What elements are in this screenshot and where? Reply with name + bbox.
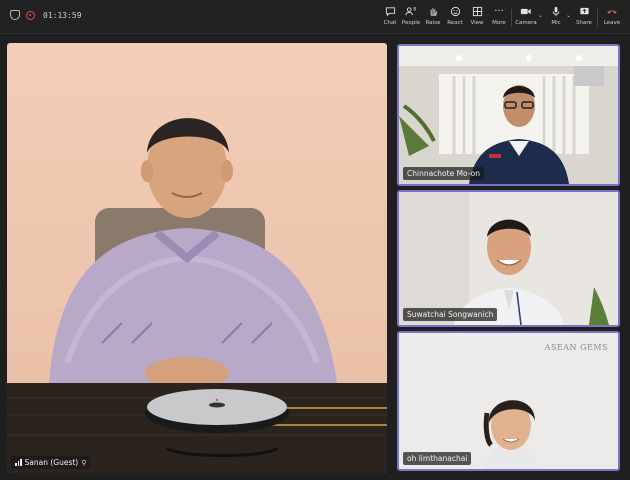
chat-icon: [385, 6, 396, 18]
people-icon: 8: [404, 6, 418, 18]
toolbar-divider: [597, 9, 598, 27]
hang-up-icon: [606, 6, 618, 18]
brand-logo: ASEAN GEMS: [544, 343, 608, 352]
more-icon: ···: [494, 6, 504, 17]
participant-nameplate: oh limthanachai: [403, 452, 472, 465]
participant-name: Chinnachote Mo-on: [407, 169, 480, 178]
meeting-toolbar: 01:13:59 Chat 8 People Raise React View …: [0, 0, 630, 34]
camera-button[interactable]: Camera: [513, 6, 539, 30]
participant-tile-suwatchai[interactable]: Suwatchai Songwanich: [397, 190, 620, 327]
hand-icon: [428, 6, 438, 18]
participant-video-feed: [399, 46, 618, 184]
microphone-icon: [551, 6, 561, 18]
people-count: 8: [413, 7, 416, 13]
meeting-timer: 01:13:59: [43, 10, 82, 20]
grid-icon: [472, 6, 483, 18]
recording-icon: [26, 10, 35, 20]
more-button[interactable]: ··· More: [486, 6, 512, 30]
toolbar-divider: [511, 9, 512, 27]
main-video-tile[interactable]: Sanan (Guest) ⚲: [7, 43, 387, 473]
main-video-feed: [7, 118, 387, 473]
participant-tile-limthanachai[interactable]: ASEAN GEMS oh limthanachai: [397, 331, 620, 471]
leave-button[interactable]: Leave: [599, 6, 625, 30]
share-button[interactable]: Share: [571, 6, 597, 30]
participant-name: oh limthanachai: [407, 454, 468, 463]
camera-icon: [520, 6, 532, 18]
shield-icon: [10, 10, 20, 20]
participant-tile-chinnachote[interactable]: Chinnachote Mo-on: [397, 44, 620, 186]
participant-nameplate: Chinnachote Mo-on: [403, 167, 484, 180]
smiley-icon: [450, 6, 461, 18]
meeting-status: 01:13:59: [10, 10, 82, 20]
main-participant-nameplate: Sanan (Guest) ⚲: [11, 456, 91, 469]
main-participant-name: Sanan (Guest): [24, 458, 79, 467]
audio-level-icon: [15, 459, 22, 466]
participant-nameplate: Suwatchai Songwanich: [403, 308, 498, 321]
pin-icon[interactable]: ⚲: [81, 459, 86, 467]
participant-video-feed: [399, 333, 618, 469]
participant-name: Suwatchai Songwanich: [407, 310, 494, 319]
share-icon: [579, 6, 590, 18]
participant-video-feed: [399, 192, 618, 325]
